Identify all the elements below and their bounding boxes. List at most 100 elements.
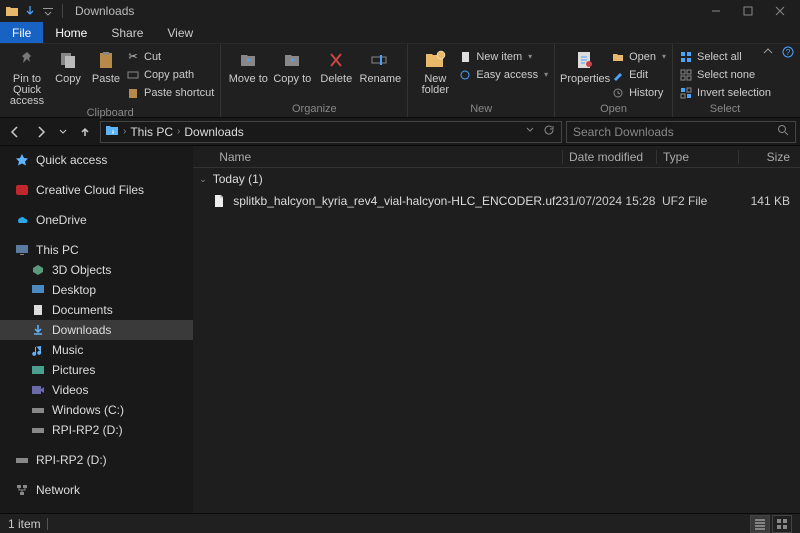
select-all-button[interactable]: Select all — [679, 48, 771, 65]
address-bar[interactable]: › This PC › Downloads — [100, 121, 562, 143]
sidebar-item-thispc[interactable]: This PC — [0, 240, 193, 260]
new-item-button[interactable]: New item▾ — [458, 48, 548, 65]
details-view-button[interactable] — [750, 515, 770, 533]
qat-dropdown-icon[interactable] — [40, 3, 56, 19]
file-list-pane: Name Date modified Type Size ⌄ Today (1)… — [193, 146, 800, 513]
open-icon — [611, 50, 625, 64]
up-button[interactable] — [74, 121, 96, 143]
pictures-icon — [30, 362, 46, 378]
sidebar-item-downloads[interactable]: Downloads — [0, 320, 193, 340]
sidebar-item-rpi[interactable]: RPI-RP2 (D:) — [0, 450, 193, 470]
folder-icon — [105, 123, 119, 140]
group-header-today[interactable]: ⌄ Today (1) — [193, 168, 800, 190]
down-arrow-icon[interactable] — [22, 3, 38, 19]
minimize-button[interactable] — [700, 0, 732, 22]
recent-locations-button[interactable] — [56, 121, 70, 143]
forward-button[interactable] — [30, 121, 52, 143]
breadcrumb-thispc[interactable]: This PC — [130, 125, 173, 139]
tab-view[interactable]: View — [155, 22, 205, 43]
copy-path-icon — [126, 68, 140, 82]
large-icons-view-button[interactable] — [772, 515, 792, 533]
sidebar-item-music[interactable]: Music — [0, 340, 193, 360]
sidebar-item-desktop[interactable]: Desktop — [0, 280, 193, 300]
window-titlebar: Downloads — [0, 0, 800, 22]
tab-share[interactable]: Share — [99, 22, 155, 43]
paste-button[interactable]: Paste — [88, 46, 124, 107]
sidebar-item-drive-c[interactable]: Windows (C:) — [0, 400, 193, 420]
sidebar-item-videos[interactable]: Videos — [0, 380, 193, 400]
tab-file[interactable]: File — [0, 22, 43, 43]
file-icon — [211, 193, 227, 209]
column-size[interactable]: Size — [738, 150, 800, 164]
copy-button[interactable]: Copy — [50, 46, 86, 107]
chevron-right-icon[interactable]: › — [123, 126, 126, 137]
ribbon-collapse-icon[interactable] — [762, 46, 774, 61]
history-button[interactable]: History — [611, 84, 666, 101]
copy-path-button[interactable]: Copy path — [126, 66, 214, 83]
ribbon-group-open: Properties Open▾ Edit History Open — [555, 44, 673, 117]
creative-cloud-icon — [14, 182, 30, 198]
breadcrumb-downloads[interactable]: Downloads — [184, 125, 243, 139]
search-icon — [777, 124, 789, 139]
ribbon: ? Pin to Quick access Copy Paste ✂Cut Co… — [0, 44, 800, 118]
status-item-count: 1 item — [8, 517, 41, 531]
sidebar-item-quick-access[interactable]: Quick access — [0, 150, 193, 170]
separator — [47, 518, 48, 530]
edit-button[interactable]: Edit — [611, 66, 666, 83]
back-button[interactable] — [4, 121, 26, 143]
cut-button[interactable]: ✂Cut — [126, 48, 214, 65]
sidebar-item-drive-d[interactable]: RPI-RP2 (D:) — [0, 420, 193, 440]
network-icon — [14, 482, 30, 498]
select-none-icon — [679, 68, 693, 82]
properties-button[interactable]: Properties — [561, 46, 609, 103]
rename-button[interactable]: Rename — [359, 46, 401, 103]
column-headers: Name Date modified Type Size — [193, 146, 800, 168]
sidebar-item-linux[interactable]: Linux — [0, 510, 193, 513]
svg-text:?: ? — [786, 48, 791, 57]
history-icon — [611, 86, 625, 100]
sidebar-item-network[interactable]: Network — [0, 480, 193, 500]
search-box[interactable]: Search Downloads — [566, 121, 796, 143]
sidebar-item-documents[interactable]: Documents — [0, 300, 193, 320]
file-type: UF2 File — [656, 194, 738, 208]
open-button[interactable]: Open▾ — [611, 48, 666, 65]
chevron-right-icon[interactable]: › — [177, 126, 180, 137]
tab-home[interactable]: Home — [43, 22, 99, 43]
close-button[interactable] — [764, 0, 796, 22]
invert-selection-button[interactable]: Invert selection — [679, 84, 771, 101]
group-label-organize: Organize — [227, 103, 401, 117]
group-label-open: Open — [561, 103, 666, 117]
star-icon — [14, 152, 30, 168]
column-type[interactable]: Type — [656, 150, 738, 164]
file-row[interactable]: splitkb_halcyon_kyria_rev4_vial-halcyon-… — [193, 190, 800, 212]
navigation-pane: Quick access Creative Cloud Files OneDri… — [0, 146, 193, 513]
paste-shortcut-button[interactable]: Paste shortcut — [126, 84, 214, 101]
move-to-button[interactable]: Move to — [227, 46, 269, 103]
delete-icon — [324, 48, 348, 72]
file-size: 141 KB — [738, 194, 800, 208]
maximize-button[interactable] — [732, 0, 764, 22]
sidebar-item-onedrive[interactable]: OneDrive — [0, 210, 193, 230]
sidebar-item-pictures[interactable]: Pictures — [0, 360, 193, 380]
address-dropdown-icon[interactable] — [525, 125, 539, 138]
group-label-clipboard: Clipboard — [6, 107, 214, 121]
help-icon[interactable]: ? — [782, 46, 794, 61]
desktop-icon — [30, 282, 46, 298]
column-date[interactable]: Date modified — [562, 150, 656, 164]
pin-quick-access-button[interactable]: Pin to Quick access — [6, 46, 48, 107]
refresh-icon[interactable] — [543, 124, 557, 139]
copy-to-button[interactable]: Copy to — [271, 46, 313, 103]
column-name[interactable]: Name — [219, 150, 562, 164]
new-folder-button[interactable]: New folder — [414, 46, 456, 103]
easy-access-button[interactable]: Easy access▾ — [458, 66, 548, 83]
status-bar: 1 item — [0, 513, 800, 533]
select-none-button[interactable]: Select none — [679, 66, 771, 83]
separator — [62, 4, 63, 18]
pin-icon — [15, 48, 39, 72]
paste-shortcut-icon — [126, 86, 140, 100]
drive-icon — [30, 402, 46, 418]
sidebar-item-creative-cloud[interactable]: Creative Cloud Files — [0, 180, 193, 200]
delete-button[interactable]: Delete — [315, 46, 357, 103]
folder-icon — [4, 3, 20, 19]
sidebar-item-3d-objects[interactable]: 3D Objects — [0, 260, 193, 280]
